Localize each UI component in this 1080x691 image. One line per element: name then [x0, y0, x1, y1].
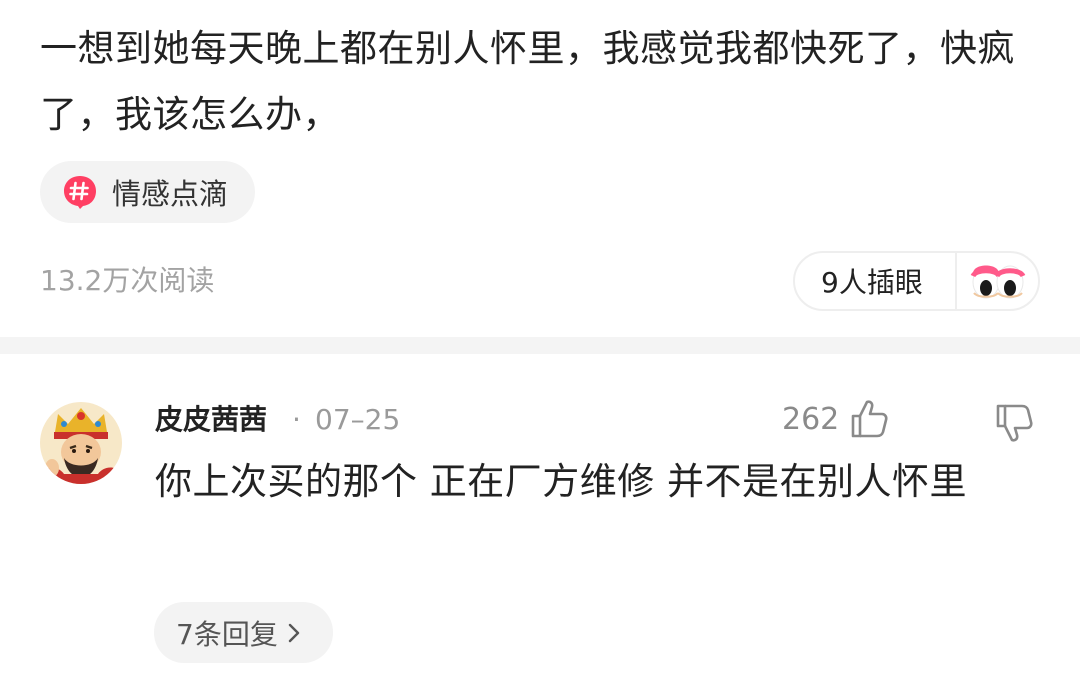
peek-label: 9人插眼 [821, 266, 923, 299]
like-count: 262 [782, 402, 840, 437]
topic-label: 情感点滴 [112, 177, 229, 211]
chevron-right-icon [288, 623, 300, 642]
post-card: 一想到她每天晚上都在别人怀里，我感觉我都快死了，快疯了，我该怎么办， 情感点滴 … [0, 0, 1080, 337]
comment-date: 07–25 [315, 403, 401, 436]
peek-divider [955, 251, 957, 311]
comment-username[interactable]: 皮皮茜茜 [155, 400, 267, 440]
peeking-eyes-icon [970, 265, 1026, 299]
post-text: 一想到她每天晚上都在别人怀里，我感觉我都快死了，快疯了，我该怎么办， [40, 27, 1015, 136]
comment-item: 皮皮茜茜 · 07–25 262 你上次买的那个 正在厂方维修 并不是在别人怀里… [0, 354, 1080, 691]
section-separator [0, 337, 1080, 354]
peek-button[interactable]: 9人插眼 [793, 251, 1040, 311]
meta-separator: · [292, 403, 301, 436]
page: 一想到她每天晚上都在别人怀里，我感觉我都快死了，快疯了，我该怎么办， 情感点滴 … [0, 0, 1080, 691]
topic-chip[interactable]: 情感点滴 [40, 161, 256, 223]
replies-label: 7条回复 [176, 617, 278, 651]
thumbs-down-icon[interactable] [993, 402, 1035, 444]
read-count: 13.2万次阅读 [40, 264, 215, 297]
view-replies-button[interactable]: 7条回复 [154, 602, 333, 663]
avatar[interactable] [40, 402, 122, 484]
hashtag-icon [64, 176, 96, 209]
thumbs-up-icon[interactable] [848, 398, 890, 440]
comment-text: 你上次买的那个 正在厂方维修 并不是在别人怀里 [155, 460, 968, 503]
